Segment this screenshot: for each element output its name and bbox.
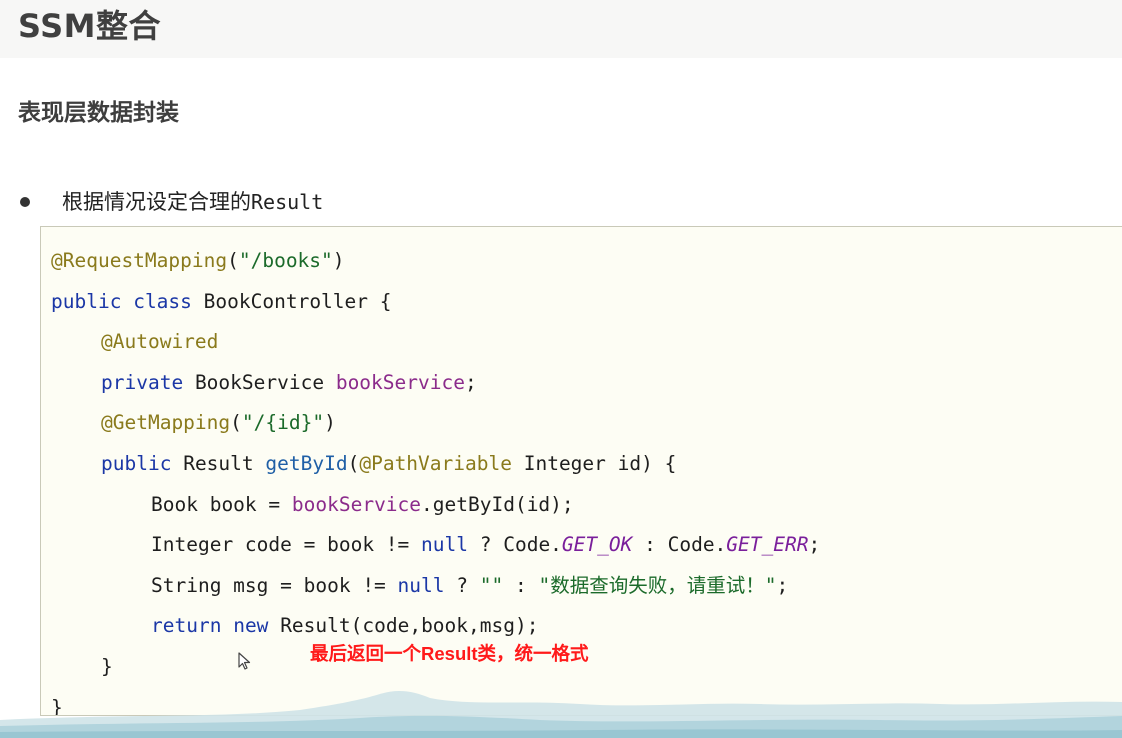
code-line-2: public class BookController { — [51, 282, 820, 323]
code-token: Integer id) { — [523, 451, 677, 475]
code-line-6: public Result getById(@PathVariable Inte… — [51, 444, 820, 485]
code-token: new — [233, 614, 269, 638]
code-token: ( — [230, 411, 242, 435]
code-token: Integer code = book != — [151, 533, 422, 557]
title-band — [0, 0, 1122, 58]
code-token: : — [503, 573, 539, 597]
page-title: SSM整合 — [18, 7, 162, 45]
bullet-text: 根据情况设定合理的Result — [62, 187, 323, 217]
code-token: getById — [265, 451, 348, 475]
code-token: GET_ERR — [726, 533, 809, 557]
code-token: public — [51, 289, 122, 313]
code-token: bookService — [335, 370, 465, 394]
code-token: ; — [776, 573, 789, 597]
code-token: bookService — [291, 492, 422, 516]
code-line-1: @RequestMapping("/books") — [51, 241, 820, 282]
mouse-cursor-icon — [238, 652, 251, 670]
code-token: class — [133, 289, 192, 313]
code-token: ) — [324, 411, 336, 435]
code-token: ; — [464, 370, 477, 394]
code-token: String msg = book != — [151, 573, 398, 597]
code-line-8: Integer code = book != null ? Code.GET_O… — [51, 525, 820, 566]
code-token: Result(code,book,msg); — [280, 614, 539, 638]
code-token: } — [101, 654, 113, 678]
code-token: "数据查询失败，请重试！" — [538, 573, 777, 597]
bullet-icon — [20, 197, 30, 207]
code-token: null — [397, 573, 445, 597]
code-line-3: @Autowired — [51, 322, 820, 363]
code-token: @GetMapping — [101, 411, 231, 435]
code-token: ) — [332, 249, 345, 272]
code-token: @PathVariable — [359, 451, 512, 475]
code-token: : Code. — [632, 533, 727, 557]
code-line-4: private BookService bookService; — [51, 363, 820, 404]
code-token: GET_OK — [561, 533, 633, 557]
code-token: ( — [227, 249, 239, 272]
code-token: @RequestMapping — [51, 249, 228, 272]
code-token: @Autowired — [101, 330, 219, 354]
bullet-item: 根据情况设定合理的Result — [20, 186, 323, 218]
code-token: private — [101, 370, 184, 394]
code-token: ; — [808, 533, 821, 557]
code-token: ? — [444, 573, 480, 597]
code-token: ? Code. — [468, 533, 562, 557]
code-token: public — [101, 451, 172, 475]
annotation-note: 最后返回一个Result类，统一格式 — [310, 643, 589, 664]
code-token: return — [151, 614, 222, 638]
bullet-text-code: Result — [251, 190, 324, 214]
code-token: BookController { — [203, 289, 392, 313]
code-line-7: Book book = bookService.getById(id); — [51, 485, 820, 526]
code-token: Result — [183, 451, 254, 475]
code-token: "" — [479, 573, 504, 597]
code-token: ( — [347, 451, 360, 475]
code-token: "/{id}" — [241, 411, 325, 435]
code-token: null — [421, 533, 468, 557]
section-title: 表现层数据封装 — [18, 100, 179, 126]
code-token: Book book = — [151, 492, 292, 516]
code-token: BookService — [194, 370, 325, 394]
decorative-wave-footer — [0, 691, 1122, 738]
bullet-text-main: 根据情况设定合理的 — [62, 190, 251, 214]
code-token: .getById(id); — [421, 492, 574, 516]
code-line-5: @GetMapping("/{id}") — [51, 403, 820, 444]
code-token: "/books" — [238, 249, 333, 272]
code-line-9: String msg = book != null ? "" : "数据查询失败… — [51, 566, 820, 607]
